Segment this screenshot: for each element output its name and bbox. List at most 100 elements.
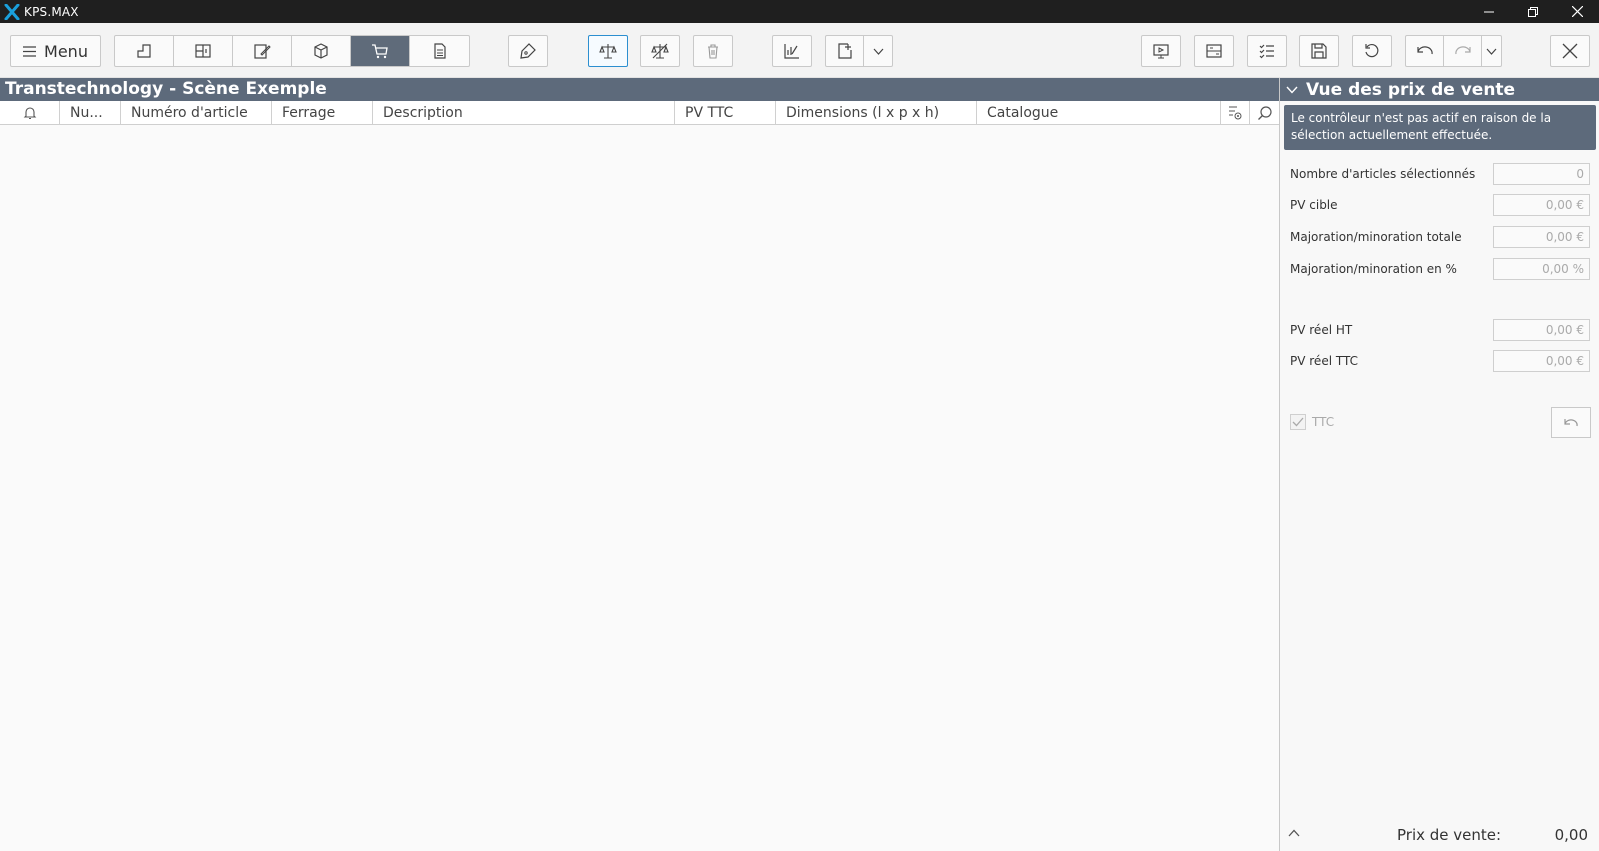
- view-document-button[interactable]: [410, 36, 469, 66]
- column-settings-button[interactable]: [1221, 101, 1250, 125]
- field-target-price: PV cible 0,00 €: [1290, 194, 1590, 216]
- column-settings-icon: [1229, 106, 1242, 120]
- view-3d-button[interactable]: [292, 36, 351, 66]
- target-price-input[interactable]: 0,00 €: [1493, 194, 1590, 216]
- menu-button[interactable]: Menu: [10, 35, 101, 67]
- checklist-icon: [1259, 44, 1274, 59]
- cube-icon: [314, 43, 328, 59]
- presentation-button[interactable]: [1141, 35, 1181, 67]
- redo-button[interactable]: [1444, 36, 1482, 66]
- close-icon: [1562, 43, 1578, 59]
- col-pv-ttc[interactable]: PV TTC: [675, 101, 776, 125]
- chart-edit-icon: [784, 44, 799, 59]
- add-item-button[interactable]: [826, 36, 864, 66]
- markup-percent-input[interactable]: 0,00 %: [1493, 258, 1590, 280]
- history-dropdown[interactable]: [1482, 36, 1501, 66]
- field-markup-percent: Majoration/minoration en % 0,00 %: [1290, 258, 1590, 280]
- total-markup-input[interactable]: 0,00 €: [1493, 226, 1590, 248]
- price-tag-button[interactable]: [508, 35, 548, 67]
- balance-off-button[interactable]: [640, 35, 680, 67]
- col-notification[interactable]: [0, 101, 60, 125]
- add-item-dropdown[interactable]: [864, 36, 892, 66]
- search-button[interactable]: [1250, 101, 1279, 125]
- col-dimensions[interactable]: Dimensions (l x p x h): [776, 101, 977, 125]
- edit-sheet-icon: [254, 44, 271, 59]
- restore-icon: [1528, 6, 1538, 17]
- checklist-button[interactable]: [1247, 35, 1287, 67]
- panel-header[interactable]: Vue des prix de vente: [1280, 78, 1599, 101]
- add-item-split-button[interactable]: [825, 35, 893, 67]
- ttc-label: TTC: [1312, 415, 1335, 429]
- col-description[interactable]: Description: [373, 101, 675, 125]
- undo-redo-group: [1405, 35, 1502, 67]
- view-edit-button[interactable]: [233, 36, 292, 66]
- undo-icon: [1416, 46, 1433, 55]
- field-real-price-ttc: PV réel TTC 0,00 €: [1290, 350, 1590, 372]
- chart-edit-button[interactable]: [772, 35, 812, 67]
- compare-button[interactable]: [1194, 35, 1234, 67]
- search-icon: [1257, 106, 1272, 120]
- real-price-ttc-input[interactable]: 0,00 €: [1493, 350, 1590, 372]
- sales-price-label: Prix de vente:: [1397, 826, 1502, 844]
- ttc-checkbox[interactable]: [1290, 414, 1306, 430]
- hamburger-icon: [23, 45, 37, 57]
- close-window-button[interactable]: [1555, 0, 1599, 23]
- trash-icon: [708, 44, 718, 59]
- restore-button[interactable]: [1511, 0, 1555, 23]
- bell-icon: [23, 107, 36, 120]
- undo-icon: [1564, 418, 1578, 426]
- close-icon: [1571, 6, 1583, 17]
- inactive-notice: Le contrôleur n'est pas actif en raison …: [1284, 105, 1596, 150]
- chevron-down-icon: [1486, 48, 1497, 55]
- view-cart-button[interactable]: [351, 36, 410, 66]
- field-selected-count: Nombre d'articles sélectionnés 0: [1290, 163, 1590, 185]
- chevron-up-icon: [1288, 829, 1300, 837]
- price-tag-icon: [520, 43, 536, 59]
- balance-button[interactable]: [588, 35, 628, 67]
- scale-icon: [599, 44, 617, 59]
- view-switcher: [114, 35, 470, 67]
- scene-title: Transtechnology - Scène Exemple: [0, 78, 1279, 101]
- chevron-down-icon: [1286, 86, 1298, 94]
- col-catalogue[interactable]: Catalogue: [977, 101, 1221, 125]
- col-number[interactable]: Nu...: [60, 101, 121, 125]
- minimize-button[interactable]: [1467, 0, 1511, 23]
- document-icon: [433, 43, 446, 59]
- chevron-down-icon: [873, 48, 883, 55]
- reset-button[interactable]: [1551, 407, 1591, 438]
- refresh-icon: [1365, 43, 1379, 58]
- save-button[interactable]: [1299, 35, 1339, 67]
- add-box-icon: [837, 43, 852, 59]
- article-list[interactable]: [0, 125, 1279, 851]
- expand-footer-button[interactable]: [1288, 829, 1300, 837]
- field-real-price-ht: PV réel HT 0,00 €: [1290, 319, 1590, 341]
- elevation-icon: [195, 44, 211, 58]
- real-price-ht-input[interactable]: 0,00 €: [1493, 319, 1590, 341]
- view-elevation-button[interactable]: [174, 36, 233, 66]
- field-total-markup: Majoration/minoration totale 0,00 €: [1290, 226, 1590, 248]
- window-title: KPS.MAX: [24, 4, 79, 19]
- panel-title: Vue des prix de vente: [1306, 79, 1516, 100]
- app-logo-icon: [3, 3, 21, 21]
- cart-icon: [372, 44, 388, 59]
- toolbar: Menu: [0, 23, 1599, 78]
- refresh-button[interactable]: [1352, 35, 1392, 67]
- view-floorplan-button[interactable]: [115, 36, 174, 66]
- delete-button[interactable]: [693, 35, 733, 67]
- sales-price-value: 0,00: [1554, 826, 1588, 844]
- col-ferrage[interactable]: Ferrage: [272, 101, 373, 125]
- ttc-checkbox-row: TTC: [1290, 414, 1334, 430]
- column-header-row: Nu... Numéro d'article Ferrage Descripti…: [0, 101, 1279, 125]
- col-article-number[interactable]: Numéro d'article: [121, 101, 272, 125]
- presentation-icon: [1153, 44, 1169, 59]
- selected-count-input[interactable]: 0: [1493, 163, 1590, 185]
- minimize-icon: [1484, 11, 1494, 12]
- redo-icon: [1454, 46, 1471, 55]
- sales-price-panel: Vue des prix de vente Le contrôleur n'es…: [1279, 78, 1599, 851]
- panel-footer: Prix de vente: 0,00: [1280, 819, 1599, 851]
- close-view-button[interactable]: [1550, 35, 1590, 67]
- floorplan-icon: [137, 44, 151, 58]
- undo-button[interactable]: [1406, 36, 1444, 66]
- checkmark-icon: [1292, 417, 1304, 427]
- title-bar: KPS.MAX: [0, 0, 1599, 23]
